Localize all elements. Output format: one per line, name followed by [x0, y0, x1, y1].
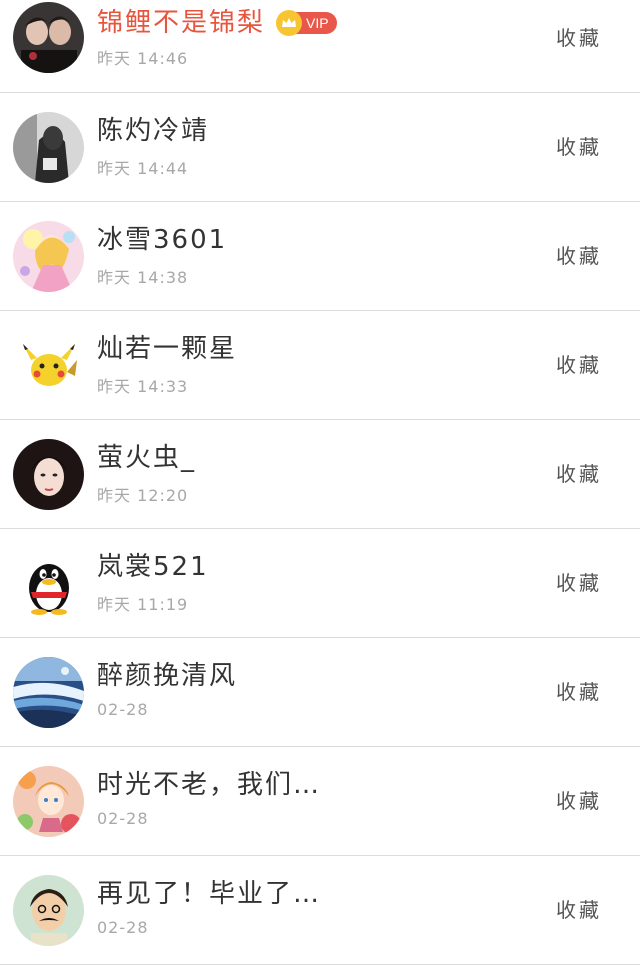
avatar[interactable]: [13, 2, 84, 73]
contact-name: 锦鲤不是锦梨: [97, 8, 266, 38]
contact-name: 醉颜挽清风: [97, 661, 238, 691]
message-list: 锦鲤不是锦梨 VIP 昨天 14:46 收藏 陈灼冷靖 昨天 14:44 收藏: [0, 0, 640, 965]
favorite-button[interactable]: 收藏: [556, 240, 602, 269]
favorite-button[interactable]: 收藏: [556, 567, 602, 596]
favorite-button[interactable]: 收藏: [556, 894, 602, 923]
crown-icon: [276, 10, 302, 36]
favorite-button[interactable]: 收藏: [556, 676, 602, 705]
list-item[interactable]: 陈灼冷靖 昨天 14:44 收藏: [0, 93, 640, 202]
avatar[interactable]: [13, 330, 84, 401]
timestamp: 昨天 14:33: [97, 377, 189, 396]
list-item[interactable]: 锦鲤不是锦梨 VIP 昨天 14:46 收藏: [0, 0, 640, 93]
contact-name: 岚裳521: [97, 552, 209, 582]
list-item[interactable]: 萤火虫_ 昨天 12:20 收藏: [0, 420, 640, 529]
favorite-button[interactable]: 收藏: [556, 22, 602, 51]
contact-name: 冰雪3601: [97, 225, 228, 255]
list-item[interactable]: 灿若一颗星 昨天 14:33 收藏: [0, 311, 640, 420]
favorite-button[interactable]: 收藏: [556, 349, 602, 378]
list-item[interactable]: 冰雪3601 昨天 14:38 收藏: [0, 202, 640, 311]
favorite-button[interactable]: 收藏: [556, 785, 602, 814]
timestamp: 昨天 12:20: [97, 486, 189, 505]
contact-name: 灿若一颗星: [97, 334, 238, 364]
avatar[interactable]: [13, 875, 84, 946]
avatar[interactable]: [13, 766, 84, 837]
list-item[interactable]: 岚裳521 昨天 11:19 收藏: [0, 529, 640, 638]
favorite-button[interactable]: 收藏: [556, 458, 602, 487]
avatar[interactable]: [13, 112, 84, 183]
timestamp: 昨天 14:38: [97, 268, 189, 287]
contact-name: 陈灼冷靖: [97, 116, 210, 146]
timestamp: 昨天 14:46: [97, 49, 189, 68]
contact-name: 萤火虫_: [97, 443, 197, 473]
favorite-button[interactable]: 收藏: [556, 131, 602, 160]
contact-name: 再见了！毕业了…: [97, 879, 322, 909]
list-item[interactable]: 醉颜挽清风 02-28 收藏: [0, 638, 640, 747]
vip-label: VIP: [296, 12, 337, 34]
timestamp: 02-28: [97, 700, 149, 719]
timestamp: 02-28: [97, 918, 149, 937]
timestamp: 昨天 14:44: [97, 159, 189, 178]
list-item[interactable]: 再见了！毕业了… 02-28 收藏: [0, 856, 640, 965]
contact-name: 时光不老，我们…: [97, 770, 322, 800]
avatar[interactable]: [13, 548, 84, 619]
timestamp: 昨天 11:19: [97, 595, 189, 614]
avatar[interactable]: [13, 221, 84, 292]
avatar[interactable]: [13, 657, 84, 728]
avatar[interactable]: [13, 439, 84, 510]
vip-badge: VIP: [276, 10, 337, 36]
list-item[interactable]: 时光不老，我们… 02-28 收藏: [0, 747, 640, 856]
timestamp: 02-28: [97, 809, 149, 828]
